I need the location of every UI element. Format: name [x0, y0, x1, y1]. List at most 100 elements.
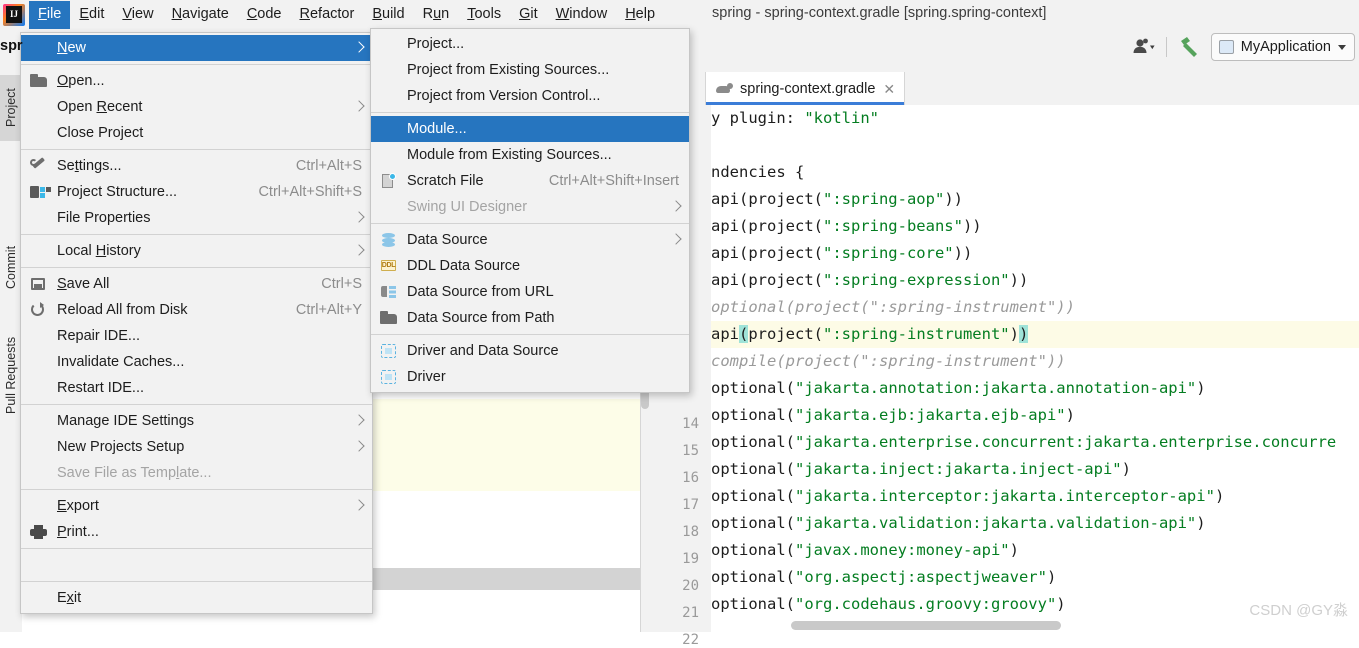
menu-item-local-history[interactable]: Local History	[21, 238, 372, 264]
ddl-icon: DDL	[380, 258, 398, 274]
menu-item-accelerator: Ctrl+S	[321, 276, 362, 292]
code-line: optional("jakarta.validation:jakarta.val…	[711, 514, 1206, 532]
menu-item-exit[interactable]: Exit	[21, 585, 372, 611]
line-number: 22	[682, 632, 699, 648]
menu-item-label: Swing UI Designer	[407, 199, 528, 215]
menu-item-file-properties[interactable]: File Properties	[21, 205, 372, 231]
save-icon	[30, 276, 48, 292]
menu-item-data-source[interactable]: Data Source	[371, 227, 689, 253]
editor-tab-label: spring-context.gradle	[740, 80, 876, 97]
toolbar-right-group: MyApplication	[1130, 33, 1355, 61]
menubar-item-view[interactable]: View	[113, 1, 162, 29]
menu-separator	[21, 234, 372, 235]
menu-item-data-source-from-url[interactable]: Data Source from URL	[371, 279, 689, 305]
sidebar-item-pull-requests[interactable]: Pull Requests	[0, 321, 22, 429]
menu-item-label: Manage IDE Settings	[57, 413, 195, 429]
menubar-item-git[interactable]: Git	[510, 1, 547, 29]
menu-item-repair-ide[interactable]: Repair IDE...	[21, 323, 372, 349]
project-structure-icon	[30, 184, 48, 200]
toolbar-separator	[1165, 37, 1167, 57]
close-icon[interactable]: ✕	[883, 82, 895, 96]
menu-item-label: Close Project	[57, 125, 144, 141]
menu-item-label: Data Source from Path	[407, 310, 555, 326]
menu-item-accelerator: Ctrl+Alt+S	[295, 158, 362, 174]
sidebar-item-project[interactable]: Project	[0, 75, 22, 141]
code-line: optional("jakarta.inject:jakarta.inject-…	[711, 460, 1131, 478]
menu-item-invalidate-caches[interactable]: Invalidate Caches...	[21, 349, 372, 375]
line-number: 18	[682, 524, 699, 540]
menu-item-open-recent[interactable]: Open Recent	[21, 94, 372, 120]
menu-separator	[21, 64, 372, 65]
menu-item-label: Project from Version Control...	[407, 88, 601, 104]
menubar-item-tools[interactable]: Tools	[458, 1, 510, 29]
menubar-item-help[interactable]: Help	[616, 1, 664, 29]
menu-item-project-structure[interactable]: Project Structure... Ctrl+Alt+Shift+S	[21, 179, 372, 205]
line-number: 19	[682, 551, 699, 567]
menu-item-label: Project from Existing Sources...	[407, 62, 610, 78]
horizontal-scrollbar-thumb[interactable]	[791, 621, 1061, 630]
code-line: optional("jakarta.annotation:jakarta.ann…	[711, 379, 1206, 397]
menu-item-scratch-file[interactable]: Scratch File Ctrl+Alt+Shift+Insert	[371, 168, 689, 194]
menubar-item-file[interactable]: File	[29, 0, 71, 29]
editor-tab-spring-context-gradle[interactable]: spring-context.gradle ✕	[705, 72, 906, 105]
menu-item-driver[interactable]: Driver	[371, 364, 689, 390]
menu-item-data-source-from-path[interactable]: Data Source from Path	[371, 305, 689, 331]
menu-item-module[interactable]: Module...	[371, 116, 689, 142]
run-configuration-selector[interactable]: MyApplication	[1210, 33, 1355, 61]
menu-item-ddl-data-source[interactable]: DDL DDL Data Source	[371, 253, 689, 279]
build-hammer-icon[interactable]	[1175, 34, 1203, 60]
menu-item-label: Data Source	[407, 232, 488, 248]
menubar-item-build[interactable]: Build	[363, 1, 413, 29]
code-line: optional("org.codehaus.groovy:groovy")	[711, 595, 1066, 613]
menubar-item-run[interactable]: Run	[414, 1, 459, 29]
menu-item-label: DDL Data Source	[407, 258, 521, 274]
menu-item-restart-ide[interactable]: Restart IDE...	[21, 375, 372, 401]
menu-item-settings[interactable]: Settings... Ctrl+Alt+S	[21, 153, 372, 179]
menu-item-project-from-existing-sources[interactable]: Project from Existing Sources...	[371, 57, 689, 83]
menu-item-save-all[interactable]: Save All Ctrl+S	[21, 271, 372, 297]
menu-item-label: Module...	[407, 121, 467, 137]
menubar-item-navigate[interactable]: Navigate	[163, 1, 238, 29]
menu-separator	[21, 581, 372, 582]
menu-item-project[interactable]: Project...	[371, 31, 689, 57]
menu-item-new[interactable]: New	[21, 35, 372, 61]
menu-item-manage-ide-settings[interactable]: Manage IDE Settings	[21, 408, 372, 434]
sidebar-item-commit[interactable]: Commit	[0, 231, 22, 303]
user-account-icon[interactable]	[1130, 34, 1158, 60]
line-number: 17	[682, 497, 699, 513]
code-line: api(project(":spring-expression"))	[711, 271, 1029, 289]
menu-item-new-projects-setup[interactable]: New Projects Setup	[21, 434, 372, 460]
code-line: optional("javax.money:money-api")	[711, 541, 1019, 559]
menu-item-accelerator: Ctrl+Alt+Shift+Insert	[548, 173, 679, 189]
menu-separator	[21, 548, 372, 549]
wrench-icon	[30, 158, 48, 174]
menubar-item-code[interactable]: Code	[238, 1, 291, 29]
menu-item-reload-all-from-disk[interactable]: Reload All from Disk Ctrl+Alt+Y	[21, 297, 372, 323]
menu-item-accelerator: Ctrl+Alt+Y	[295, 302, 362, 318]
menu-item-open[interactable]: Open...	[21, 68, 372, 94]
menubar-item-refactor[interactable]: Refactor	[291, 1, 364, 29]
line-number: 20	[682, 578, 699, 594]
menubar-item-edit[interactable]: Edit	[70, 1, 113, 29]
new-submenu-popup: Project... Project from Existing Sources…	[370, 28, 690, 393]
menu-item-driver-and-data-source[interactable]: Driver and Data Source	[371, 338, 689, 364]
menu-item-export[interactable]: Export	[21, 493, 372, 519]
scratch-file-icon	[380, 173, 398, 189]
database-icon	[380, 232, 398, 248]
intellij-idea-logo	[3, 3, 25, 26]
code-text[interactable]: y plugin: "kotlin" ndencies { api(projec…	[711, 105, 1359, 632]
menu-item-print[interactable]: Print...	[21, 519, 372, 545]
line-number: 21	[682, 605, 699, 621]
menu-item-label: Reload All from Disk	[57, 302, 188, 318]
menu-item-label: Project Structure...	[57, 184, 178, 200]
menu-item-power-save-mode[interactable]	[21, 552, 372, 578]
menu-item-close-project[interactable]: Close Project	[21, 120, 372, 146]
menubar-label-file: ile	[46, 5, 62, 22]
menu-separator	[21, 404, 372, 405]
menu-item-accelerator: Ctrl+Alt+Shift+S	[258, 184, 362, 200]
menu-item-label: Driver	[407, 369, 446, 385]
menu-item-module-from-existing-sources[interactable]: Module from Existing Sources...	[371, 142, 689, 168]
menu-separator	[371, 112, 689, 113]
menubar-item-window[interactable]: Window	[547, 1, 617, 29]
menu-item-project-from-version-control[interactable]: Project from Version Control...	[371, 83, 689, 109]
